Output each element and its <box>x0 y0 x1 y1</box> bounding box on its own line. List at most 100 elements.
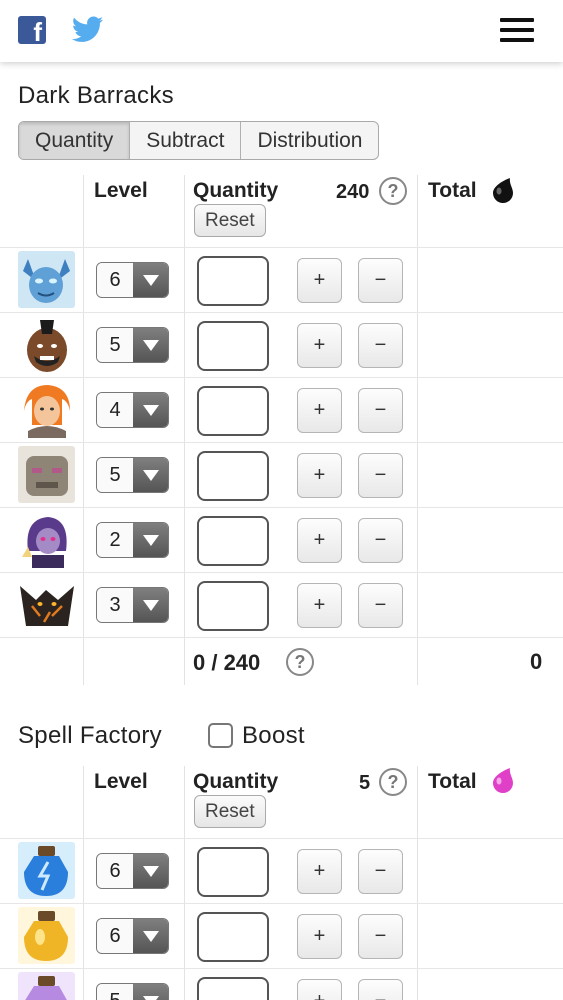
row-divider <box>0 507 563 508</box>
elixir-drop-icon <box>493 768 513 793</box>
chevron-down-icon <box>133 328 168 362</box>
reset-button[interactable]: Reset <box>194 204 266 237</box>
chevron-down-icon <box>133 588 168 622</box>
row-divider <box>0 312 563 313</box>
increment-button[interactable]: + <box>297 258 342 303</box>
quantity-input[interactable] <box>197 912 269 962</box>
quantity-input[interactable] <box>197 847 269 897</box>
level-value: 6 <box>97 854 133 888</box>
increment-button[interactable]: + <box>297 583 342 628</box>
decrement-button[interactable]: − <box>358 323 403 368</box>
tab-quantity[interactable]: Quantity <box>19 122 131 159</box>
level-value: 6 <box>97 919 133 953</box>
decrement-button[interactable]: − <box>358 849 403 894</box>
increment-button[interactable]: + <box>297 979 342 1000</box>
increment-button[interactable]: + <box>297 518 342 563</box>
level-value: 2 <box>97 523 133 557</box>
mode-tabs: Quantity Subtract Distribution <box>18 121 380 160</box>
chevron-down-icon <box>133 984 168 1000</box>
increment-button[interactable]: + <box>297 849 342 894</box>
column-header-quantity: Quantity <box>193 770 279 793</box>
level-value: 5 <box>97 984 133 1000</box>
quantity-input[interactable] <box>197 516 269 566</box>
column-header-level: Level <box>94 179 148 202</box>
decrement-button[interactable]: − <box>358 258 403 303</box>
row-divider <box>0 838 563 839</box>
level-select[interactable]: 5 <box>96 327 169 363</box>
chevron-down-icon <box>133 919 168 953</box>
increment-button[interactable]: + <box>297 914 342 959</box>
increment-button[interactable]: + <box>297 323 342 368</box>
tab-distribution[interactable]: Distribution <box>241 122 378 159</box>
decrement-button[interactable]: − <box>358 914 403 959</box>
quantity-input[interactable] <box>197 451 269 501</box>
chevron-down-icon <box>133 854 168 888</box>
chevron-down-icon <box>133 523 168 557</box>
decrement-button[interactable]: − <box>358 583 403 628</box>
row-divider <box>0 572 563 573</box>
level-value: 5 <box>97 328 133 362</box>
column-divider <box>184 175 185 685</box>
help-icon[interactable]: ? <box>379 768 407 796</box>
column-divider <box>83 766 84 1000</box>
level-value: 4 <box>97 393 133 427</box>
level-value: 5 <box>97 458 133 492</box>
spell-avatar-rage <box>18 907 75 964</box>
increment-button[interactable]: + <box>297 453 342 498</box>
chevron-down-icon <box>133 393 168 427</box>
capacity-value: 5 <box>359 772 371 794</box>
level-select[interactable]: 6 <box>96 853 169 889</box>
level-select[interactable]: 6 <box>96 918 169 954</box>
level-value: 3 <box>97 588 133 622</box>
row-divider <box>0 247 563 248</box>
unit-avatar-hog-rider <box>18 316 75 373</box>
section-title-spell-factory: Spell Factory <box>18 722 162 749</box>
decrement-button[interactable]: − <box>358 518 403 563</box>
column-divider <box>417 175 418 685</box>
quantity-input[interactable] <box>197 386 269 436</box>
help-icon[interactable]: ? <box>286 648 314 676</box>
level-select[interactable]: 4 <box>96 392 169 428</box>
level-select[interactable]: 3 <box>96 587 169 623</box>
level-select[interactable]: 2 <box>96 522 169 558</box>
chevron-down-icon <box>133 458 168 492</box>
row-divider <box>0 968 563 969</box>
column-header-level: Level <box>94 770 148 793</box>
unit-avatar-witch <box>18 511 75 568</box>
boost-checkbox[interactable] <box>208 723 233 748</box>
level-select[interactable]: 6 <box>96 262 169 298</box>
level-select[interactable]: 5 <box>96 457 169 493</box>
help-icon[interactable]: ? <box>379 177 407 205</box>
tab-subtract[interactable]: Subtract <box>130 122 242 159</box>
total-cost: 0 <box>530 649 543 674</box>
reset-button[interactable]: Reset <box>194 795 266 828</box>
quantity-input[interactable] <box>197 977 269 1000</box>
column-divider <box>417 766 418 1000</box>
unit-avatar-valkyrie <box>18 381 75 438</box>
level-value: 6 <box>97 263 133 297</box>
unit-avatar-golem <box>18 446 75 503</box>
top-bar: f <box>0 0 563 62</box>
column-header-quantity: Quantity <box>193 179 279 202</box>
column-header-total: Total <box>428 770 477 793</box>
facebook-icon[interactable]: f <box>18 16 46 44</box>
unit-avatar-lava-hound <box>18 576 75 633</box>
quantity-input[interactable] <box>197 256 269 306</box>
boost-label[interactable]: Boost <box>242 722 305 750</box>
row-divider <box>0 903 563 904</box>
quantity-input[interactable] <box>197 581 269 631</box>
decrement-button[interactable]: − <box>358 979 403 1000</box>
decrement-button[interactable]: − <box>358 453 403 498</box>
level-select[interactable]: 5 <box>96 983 169 1000</box>
decrement-button[interactable]: − <box>358 388 403 433</box>
row-divider <box>0 377 563 378</box>
column-header-total: Total <box>428 179 477 202</box>
quantity-input[interactable] <box>197 321 269 371</box>
twitter-icon[interactable] <box>72 16 104 44</box>
dark-elixir-drop-icon <box>493 178 513 203</box>
increment-button[interactable]: + <box>297 388 342 433</box>
unit-avatar-minion <box>18 251 75 308</box>
spell-avatar-heal <box>18 972 75 1000</box>
hamburger-menu-icon[interactable] <box>500 18 534 44</box>
capacity-value: 240 <box>336 181 370 203</box>
